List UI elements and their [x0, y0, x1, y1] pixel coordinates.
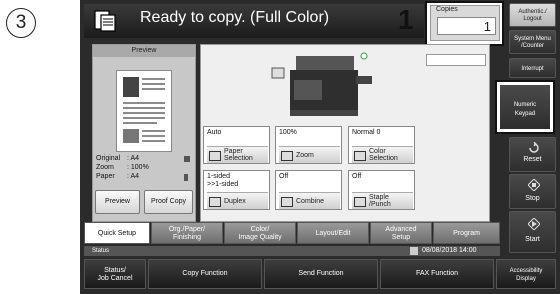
color-selection-button[interactable]: Normal 0 Color Selection	[348, 126, 415, 164]
tab-quick-setup[interactable]: Quick Setup	[84, 222, 150, 244]
tab-layout-edit[interactable]: Layout/Edit	[297, 222, 369, 244]
status-job-cancel-line2: Job Cancel	[97, 275, 133, 282]
color-selection-label: Color Selection	[369, 148, 398, 162]
paper-label: Paper	[96, 173, 115, 180]
combine-label: Combine	[296, 198, 325, 205]
preview-page-thumbnail	[116, 70, 172, 152]
start-icon	[528, 218, 540, 230]
fax-function-button[interactable]: FAX Function	[380, 259, 494, 289]
authentic-logout-line2: Logout	[523, 16, 542, 22]
system-menu-button[interactable]: System Menu /Counter	[509, 30, 556, 54]
accessibility-display-button[interactable]: Accessibility Display	[496, 259, 556, 289]
original-label: Original	[96, 155, 121, 162]
zoom-value-text: 100%	[279, 129, 297, 136]
staple-punch-label: Staple /Punch	[369, 194, 391, 208]
duplex-value: 1-sided >>1-sided	[207, 173, 239, 188]
zoom-icon	[281, 151, 293, 161]
status-job-cancel-line1: Status/	[104, 267, 126, 274]
combine-icon	[281, 197, 293, 207]
numeric-keypad-button[interactable]: Numeric Keypad	[500, 85, 550, 129]
color-selection-value: Normal 0	[352, 129, 381, 136]
reset-button[interactable]: Reset	[509, 137, 556, 172]
tab-org-paper-finishing[interactable]: Org./Paper/ Finishing	[151, 222, 223, 244]
staple-punch-button[interactable]: Off Staple /Punch	[348, 170, 415, 210]
staple-punch-value: Off	[352, 173, 362, 180]
stop-label: Stop	[525, 195, 540, 202]
tab-advanced-setup[interactable]: Advanced Setup	[370, 222, 432, 244]
copies-field[interactable]: 1	[437, 17, 496, 35]
paper-tray-icon	[184, 174, 188, 181]
stop-icon	[528, 179, 540, 191]
paper-selection-value: Auto	[207, 129, 222, 136]
color-icon	[354, 151, 366, 161]
duplex-icon	[209, 197, 221, 207]
duplex-label: Duplex	[224, 198, 246, 205]
combine-value: Off	[279, 173, 289, 180]
start-button[interactable]: Start	[509, 211, 556, 253]
document-thumbnail-icon	[123, 77, 165, 143]
accessibility-display-line2: Display	[516, 276, 536, 282]
tab-color-image-quality[interactable]: Color/ Image Quality	[224, 222, 296, 244]
original-value: : A4	[127, 155, 140, 162]
numeric-keypad-line2: Keypad	[514, 111, 536, 117]
finisher-indicator	[426, 54, 486, 66]
staple-icon	[354, 197, 366, 207]
combine-button[interactable]: Off Combine	[275, 170, 342, 210]
authentic-logout-button[interactable]: Authentic./ Logout	[509, 3, 556, 27]
stop-button[interactable]: Stop	[509, 174, 556, 209]
interrupt-label: Interrupt	[521, 66, 544, 72]
zoom-label: Zoom	[96, 164, 114, 171]
zoom-button[interactable]: 100% Zoom	[275, 126, 342, 164]
paper-selection-button[interactable]: Auto Paper Selection	[203, 126, 270, 164]
copy-function-button[interactable]: Copy Function	[148, 259, 262, 289]
start-label: Start	[525, 236, 540, 243]
paper-value: : A4	[127, 173, 140, 180]
preview-button[interactable]: Preview	[95, 190, 140, 214]
zoom-value: : 100%	[127, 164, 149, 171]
interrupt-button[interactable]: Interrupt	[509, 58, 556, 78]
paper-icon	[209, 151, 221, 161]
step-number: 3	[6, 8, 36, 38]
reset-icon	[529, 142, 539, 153]
send-function-button[interactable]: Send Function	[264, 259, 378, 289]
status-job-cancel-button[interactable]: Status/ Job Cancel	[84, 259, 146, 289]
callout-marker-copies: 1	[398, 4, 414, 35]
copier-machine-icon	[271, 52, 372, 116]
paper-selection-label: Paper Selection	[224, 148, 253, 162]
system-menu-line2: /Counter	[520, 43, 544, 49]
system-menu-line1: System Menu	[514, 36, 551, 42]
numeric-keypad-line1: Numeric	[513, 102, 537, 108]
orientation-icon	[184, 156, 190, 162]
accessibility-display-line1: Accessibility	[509, 268, 543, 274]
authentic-logout-line1: Authentic./	[518, 9, 547, 15]
copies-label: Copies	[436, 6, 458, 13]
date-time: 08/08/2018 14:00	[422, 247, 477, 254]
network-icon	[410, 247, 418, 255]
tab-program[interactable]: Program	[433, 222, 500, 244]
page-title: Ready to copy. (Full Color)	[140, 9, 330, 26]
duplex-button[interactable]: 1-sided >>1-sided Duplex	[203, 170, 270, 210]
preview-header: Preview	[93, 45, 195, 57]
zoom-button-label: Zoom	[296, 152, 314, 159]
document-icon	[94, 10, 116, 32]
proof-copy-button[interactable]: Proof Copy	[144, 190, 193, 214]
status-label[interactable]: Status	[92, 246, 109, 256]
reset-label: Reset	[523, 156, 542, 163]
